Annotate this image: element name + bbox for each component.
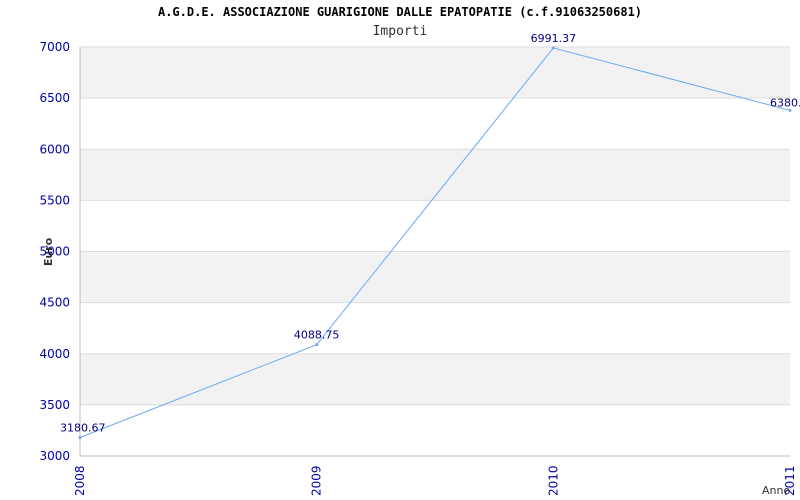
data-label: 3180.67 [60, 422, 106, 435]
chart: A.G.D.E. ASSOCIAZIONE GUARIGIONE DALLE E… [0, 0, 800, 500]
data-label: 6991.37 [531, 32, 577, 45]
y-tick-label: 3500 [39, 398, 70, 412]
y-tick-label: 4500 [39, 296, 70, 310]
grid-band [80, 149, 790, 201]
data-point [315, 343, 319, 347]
data-label: 6380.1 [770, 96, 800, 109]
x-axis-label: Anno [762, 484, 790, 497]
data-point [78, 436, 82, 440]
x-tick-label: 2008 [73, 465, 87, 496]
y-tick-label: 3000 [39, 449, 70, 463]
y-axis-label: Euro [42, 237, 55, 266]
grid-band [80, 47, 790, 99]
data-point [551, 46, 555, 50]
y-tick-label: 4000 [39, 347, 70, 361]
data-label: 4088.75 [294, 329, 340, 342]
x-tick-label: 2009 [310, 465, 324, 496]
grid-band [80, 353, 790, 405]
y-tick-label: 6000 [39, 142, 70, 156]
x-tick-label: 2010 [546, 465, 560, 496]
y-tick-label: 6500 [39, 91, 70, 105]
y-tick-label: 5500 [39, 193, 70, 207]
grid-band [80, 251, 790, 303]
y-tick-label: 7000 [39, 40, 70, 54]
plot-area: 3180.67 4088.75 6991.37 6380.1 3000 3500 4000… [39, 32, 800, 497]
